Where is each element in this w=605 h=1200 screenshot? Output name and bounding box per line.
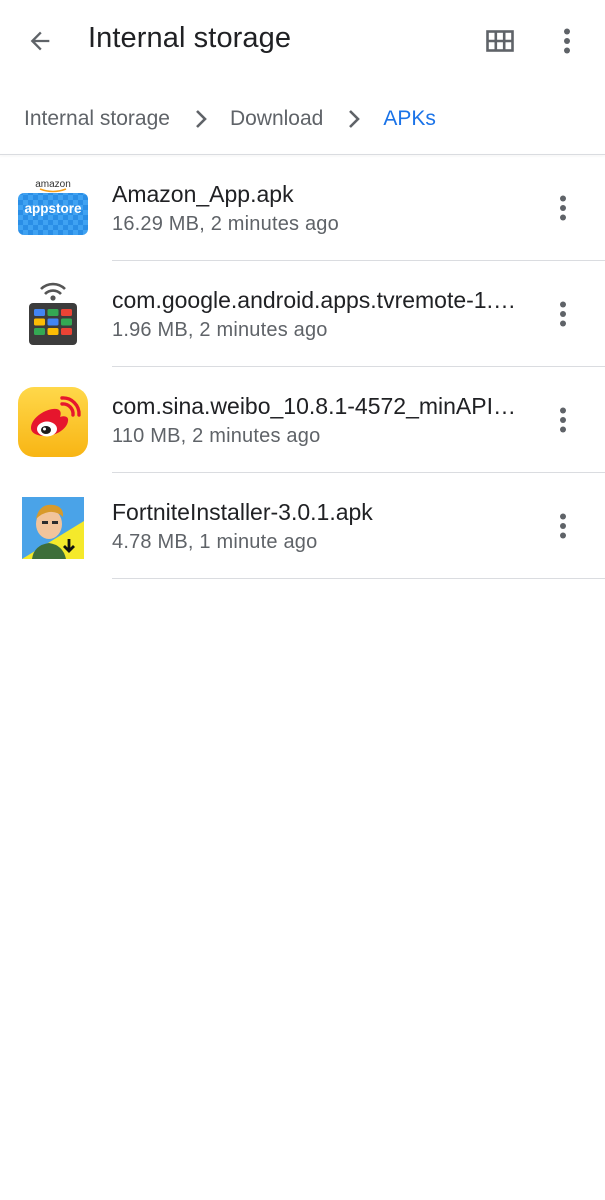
breadcrumb-internal-storage[interactable]: Internal storage bbox=[24, 107, 170, 131]
grid-view-icon bbox=[486, 30, 514, 52]
file-row-amazon-app[interactable]: amazon appstore Amazon_App.apk 16.29 MB,… bbox=[0, 155, 605, 261]
file-more-button[interactable] bbox=[541, 186, 585, 230]
more-vert-icon bbox=[560, 513, 566, 539]
more-vert-icon bbox=[560, 301, 566, 327]
file-name: FortniteInstaller-3.0.1.apk bbox=[112, 499, 373, 525]
breadcrumb-download[interactable]: Download bbox=[230, 107, 323, 131]
svg-text:amazon: amazon bbox=[35, 179, 71, 190]
amazon-appstore-icon: amazon appstore bbox=[18, 175, 88, 245]
more-vert-icon bbox=[560, 195, 566, 221]
weibo-icon bbox=[18, 387, 88, 457]
file-row-fortnite[interactable]: FortniteInstaller-3.0.1.apk 4.78 MB, 1 m… bbox=[0, 473, 605, 579]
file-name: com.google.android.apps.tvremote-1.0.272… bbox=[112, 287, 522, 313]
file-name: com.sina.weibo_10.8.1-4572_minAPI21.apk bbox=[112, 393, 522, 419]
grid-view-button[interactable] bbox=[478, 19, 522, 63]
file-row-tvremote[interactable]: com.google.android.apps.tvremote-1.0.272… bbox=[0, 261, 605, 367]
file-name: Amazon_App.apk bbox=[112, 181, 294, 207]
file-more-button[interactable] bbox=[541, 398, 585, 442]
file-meta: 110 MB, 2 minutes ago bbox=[112, 425, 321, 447]
breadcrumb-apks[interactable]: APKs bbox=[383, 107, 436, 131]
back-button[interactable] bbox=[18, 19, 62, 63]
file-meta: 4.78 MB, 1 minute ago bbox=[112, 531, 318, 553]
breadcrumb: Internal storage Download APKs bbox=[0, 92, 605, 146]
more-vert-icon bbox=[560, 407, 566, 433]
svg-text:appstore: appstore bbox=[24, 201, 82, 216]
page-title: Internal storage bbox=[88, 22, 292, 54]
fortnite-installer-icon bbox=[18, 493, 88, 563]
file-meta: 1.96 MB, 2 minutes ago bbox=[112, 319, 328, 341]
chevron-right-icon bbox=[339, 104, 369, 134]
file-list: amazon appstore Amazon_App.apk 16.29 MB,… bbox=[0, 155, 605, 579]
chevron-right-icon bbox=[186, 104, 216, 134]
more-vert-icon bbox=[564, 28, 570, 54]
file-more-button[interactable] bbox=[541, 504, 585, 548]
arrow-back-icon bbox=[30, 31, 50, 51]
file-row-weibo[interactable]: com.sina.weibo_10.8.1-4572_minAPI21.apk … bbox=[0, 367, 605, 473]
tv-remote-icon bbox=[18, 281, 88, 351]
file-meta: 16.29 MB, 2 minutes ago bbox=[112, 213, 339, 235]
file-more-button[interactable] bbox=[541, 292, 585, 336]
row-divider bbox=[112, 578, 605, 579]
top-app-bar: Internal storage bbox=[0, 0, 605, 82]
more-options-button[interactable] bbox=[545, 19, 589, 63]
